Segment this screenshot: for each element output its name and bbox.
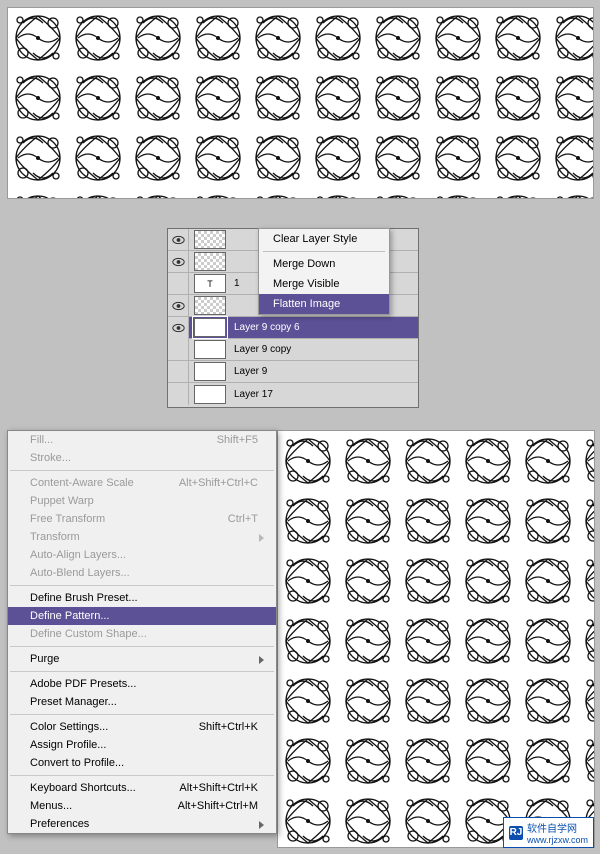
menu-clear-layer-style[interactable]: Clear Layer Style bbox=[259, 229, 389, 249]
layer-thumbnail bbox=[194, 340, 226, 359]
menu-define-brush-preset[interactable]: Define Brush Preset... bbox=[8, 589, 276, 607]
menu-color-settings[interactable]: Color Settings...Shift+Ctrl+K bbox=[8, 718, 276, 736]
menu-flatten-image[interactable]: Flatten Image bbox=[259, 294, 389, 314]
pattern-preview-top bbox=[7, 7, 594, 199]
menu-separator bbox=[263, 251, 385, 252]
menu-transform[interactable]: Transform bbox=[8, 528, 276, 546]
menu-separator bbox=[10, 585, 274, 586]
layer-name: Layer 17 bbox=[234, 389, 273, 400]
layer-thumbnail bbox=[194, 252, 226, 271]
visibility-eye-icon[interactable] bbox=[168, 317, 189, 339]
menu-convert-to-profile[interactable]: Convert to Profile... bbox=[8, 754, 276, 772]
edit-menu: Fill...Shift+F5 Stroke... Content-Aware … bbox=[7, 430, 277, 834]
layer-row-selected[interactable]: Layer 9 copy 6 bbox=[168, 317, 418, 339]
layer-thumbnail: T bbox=[194, 274, 226, 293]
layer-thumbnail bbox=[194, 385, 226, 404]
watermark: RJ 软件自学网 www.rjzxw.com bbox=[503, 817, 594, 848]
menu-define-custom-shape[interactable]: Define Custom Shape... bbox=[8, 625, 276, 643]
menu-separator bbox=[10, 671, 274, 672]
visibility-eye-icon[interactable] bbox=[168, 383, 189, 405]
menu-purge[interactable]: Purge bbox=[8, 650, 276, 668]
layer-thumbnail bbox=[194, 296, 226, 315]
layer-name: Layer 9 bbox=[234, 366, 267, 377]
layer-row[interactable]: Layer 17 bbox=[168, 383, 418, 405]
watermark-url: www.rjzxw.com bbox=[527, 835, 588, 845]
layer-thumbnail bbox=[194, 230, 226, 249]
layer-thumbnail bbox=[194, 362, 226, 381]
menu-free-transform[interactable]: Free TransformCtrl+T bbox=[8, 510, 276, 528]
menu-keyboard-shortcuts[interactable]: Keyboard Shortcuts...Alt+Shift+Ctrl+K bbox=[8, 779, 276, 797]
menu-stroke[interactable]: Stroke... bbox=[8, 449, 276, 467]
visibility-eye-icon[interactable] bbox=[168, 361, 189, 383]
menu-adobe-pdf-presets[interactable]: Adobe PDF Presets... bbox=[8, 675, 276, 693]
menu-separator bbox=[10, 470, 274, 471]
menu-merge-down[interactable]: Merge Down bbox=[259, 254, 389, 274]
layer-name: Layer 9 copy 6 bbox=[234, 322, 300, 333]
menu-content-aware-scale[interactable]: Content-Aware ScaleAlt+Shift+Ctrl+C bbox=[8, 474, 276, 492]
menu-separator bbox=[10, 646, 274, 647]
layer-row[interactable]: Layer 9 copy bbox=[168, 339, 418, 361]
menu-separator bbox=[10, 714, 274, 715]
menu-preset-manager[interactable]: Preset Manager... bbox=[8, 693, 276, 711]
layer-row[interactable]: Layer 9 bbox=[168, 361, 418, 383]
menu-separator bbox=[10, 775, 274, 776]
visibility-eye-icon[interactable] bbox=[168, 295, 189, 317]
menu-fill[interactable]: Fill...Shift+F5 bbox=[8, 431, 276, 449]
layer-name: Layer 9 copy bbox=[234, 344, 291, 355]
visibility-eye-icon[interactable] bbox=[168, 273, 189, 295]
layer-context-menu: Clear Layer Style Merge Down Merge Visib… bbox=[258, 228, 390, 315]
menu-auto-blend-layers[interactable]: Auto-Blend Layers... bbox=[8, 564, 276, 582]
menu-auto-align-layers[interactable]: Auto-Align Layers... bbox=[8, 546, 276, 564]
menu-define-pattern[interactable]: Define Pattern... bbox=[8, 607, 276, 625]
visibility-eye-icon[interactable] bbox=[168, 251, 189, 273]
menu-preferences[interactable]: Preferences bbox=[8, 815, 276, 833]
watermark-logo: RJ bbox=[509, 826, 523, 840]
menu-merge-visible[interactable]: Merge Visible bbox=[259, 274, 389, 294]
menu-assign-profile[interactable]: Assign Profile... bbox=[8, 736, 276, 754]
visibility-eye-icon[interactable] bbox=[168, 229, 189, 251]
layer-name: 1 bbox=[234, 278, 240, 289]
menu-puppet-warp[interactable]: Puppet Warp bbox=[8, 492, 276, 510]
layer-thumbnail bbox=[194, 318, 226, 337]
pattern-preview-bottom bbox=[277, 430, 595, 848]
menu-menus[interactable]: Menus...Alt+Shift+Ctrl+M bbox=[8, 797, 276, 815]
visibility-eye-icon[interactable] bbox=[168, 339, 189, 361]
watermark-text: 软件自学网 bbox=[527, 820, 588, 835]
